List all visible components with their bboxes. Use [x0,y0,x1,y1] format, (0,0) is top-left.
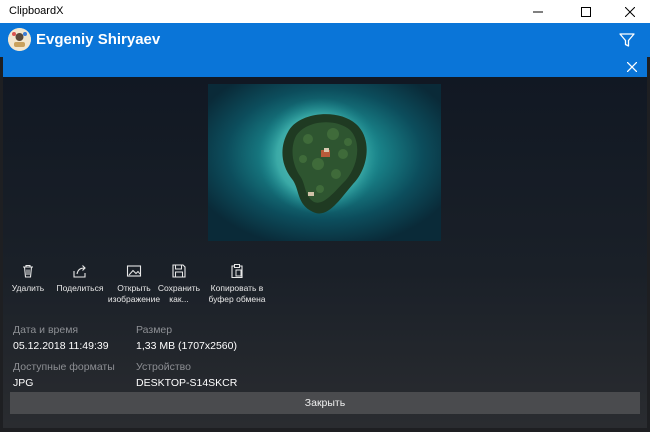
minimize-icon [533,11,543,12]
device-value: DESKTOP-S14SKCR [136,377,238,389]
image-preview [208,84,441,241]
app-window: ClipboardX Evgeniy Shiryaev Удалить Поде… [0,0,650,432]
copy-to-clipboard-button[interactable]: Копировать в буфер обмена [207,263,267,305]
datetime-label: Дата и время [13,324,79,336]
share-button[interactable]: Поделиться [57,263,103,294]
device-label: Устройство [136,361,191,373]
close-button[interactable]: Закрыть [10,392,640,414]
minimize-button[interactable] [522,0,554,23]
avatar-image [8,28,31,51]
close-icon [625,6,635,17]
save-icon [172,264,186,278]
close-icon [627,62,637,72]
copy-to-clipboard-label: Копировать в буфер обмена [208,283,266,304]
image-icon [126,265,142,277]
maximize-icon [581,6,591,17]
save-as-label: Сохранить как... [157,283,201,304]
open-image-button[interactable]: Открыть изображение [108,263,160,305]
share-label: Поделиться [56,283,104,293]
dialog-header [3,57,647,77]
trash-icon [23,264,33,278]
datetime-field: Дата и время 05.12.2018 11:49:39 [13,324,109,352]
avatar[interactable] [8,28,31,51]
delete-label: Удалить [11,283,45,293]
formats-field: Доступные форматы JPG [13,361,115,389]
title-bar: ClipboardX [0,0,650,23]
formats-label: Доступные форматы [13,361,115,373]
close-window-button[interactable] [614,0,646,23]
filter-icon [619,33,635,47]
datetime-value: 05.12.2018 11:49:39 [13,340,109,352]
item-details-dialog: Удалить Поделиться Открыть изображение С… [3,77,647,428]
share-icon [73,265,86,278]
formats-value: JPG [13,377,34,389]
size-value: 1,33 MB (1707x2560) [136,340,237,352]
app-header: Evgeniy Shiryaev [0,23,650,57]
clipboard-icon [231,264,243,279]
open-image-label: Открыть изображение [107,283,161,304]
size-field: Размер 1,33 MB (1707x2560) [136,324,237,352]
device-field: Устройство DESKTOP-S14SKCR [136,361,237,389]
window-title: ClipboardX [9,5,64,17]
filter-button[interactable] [618,31,636,49]
username: Evgeniy Shiryaev [36,31,161,48]
maximize-button[interactable] [570,0,602,23]
dialog-close-button[interactable] [624,59,640,75]
size-label: Размер [136,324,173,336]
save-as-button[interactable]: Сохранить как... [157,263,201,305]
delete-button[interactable]: Удалить [11,263,45,294]
